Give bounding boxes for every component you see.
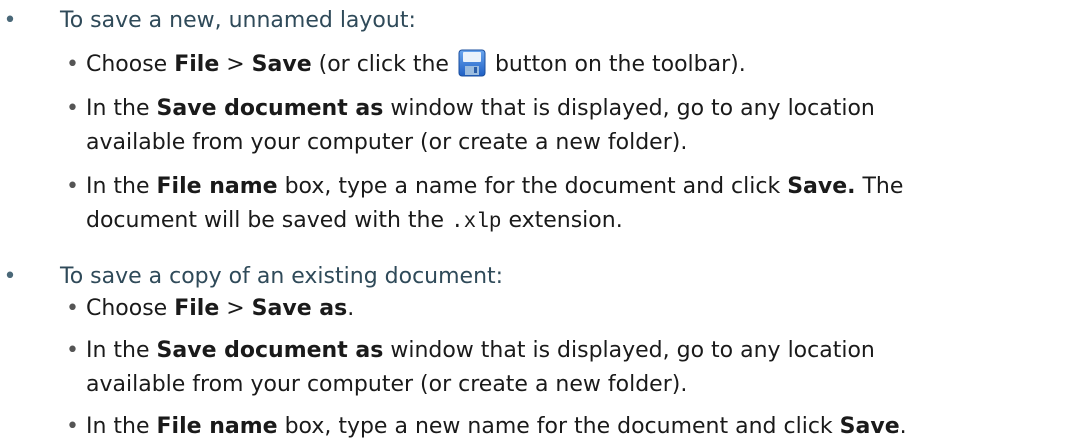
section-save-new-layout: • To save a new, unnamed layout: • Choos…	[0, 6, 1075, 240]
text: Choose	[86, 296, 175, 321]
text: box, type a new name for the document an…	[277, 414, 840, 439]
bullet: •	[66, 52, 79, 77]
heading-text: To save a copy of an existing document:	[60, 264, 504, 289]
text: window that is displayed, go to any loca…	[383, 96, 875, 121]
text: extension.	[501, 208, 623, 233]
menu-file-label: File	[174, 296, 220, 321]
button-label: Save	[839, 414, 900, 439]
section-heading: • To save a new, unnamed layout:	[0, 6, 1075, 36]
step-choose-file-save-as: • Choose File > Save as.	[0, 292, 1075, 326]
text: In the	[86, 96, 157, 121]
step-save-document-as: • In the Save document as window that is…	[0, 92, 1075, 160]
text: available from your computer (or create …	[86, 372, 688, 397]
bullet: •	[66, 414, 79, 439]
menu-save-label: Save	[251, 52, 312, 77]
text: .	[899, 414, 907, 439]
text: In the	[86, 174, 157, 199]
step-file-name: • In the File name box, type a new name …	[0, 410, 1075, 444]
bullet: •	[3, 264, 17, 289]
text: button on the toolbar).	[487, 52, 746, 77]
bullet: •	[3, 8, 17, 33]
text: box, type a name for the document and cl…	[277, 174, 788, 199]
section-save-copy: • To save a copy of an existing document…	[0, 262, 1075, 444]
text: (or click the	[311, 52, 456, 77]
text: In the	[86, 338, 157, 363]
text: >	[219, 52, 252, 77]
text: Choose	[86, 52, 175, 77]
text: window that is displayed, go to any loca…	[383, 338, 875, 363]
field-label: File name	[156, 174, 278, 199]
text: available from your computer (or create …	[86, 130, 688, 155]
menu-file-label: File	[174, 52, 220, 77]
bullet: •	[66, 174, 79, 199]
text: In the	[86, 414, 157, 439]
window-name-label: Save document as	[156, 338, 384, 363]
step-choose-file-save: • Choose File > Save (or click the butto…	[0, 48, 1075, 82]
heading-text: To save a new, unnamed layout:	[60, 8, 416, 33]
step-save-document-as: • In the Save document as window that is…	[0, 334, 1075, 402]
field-label: File name	[156, 414, 278, 439]
window-name-label: Save document as	[156, 96, 384, 121]
text: The	[855, 174, 904, 199]
bullet: •	[66, 296, 79, 321]
text: document will be saved with the	[86, 208, 452, 233]
section-heading: • To save a copy of an existing document…	[0, 262, 1075, 292]
bullet: •	[66, 338, 79, 363]
file-extension: .xlp	[451, 211, 502, 234]
text: .	[347, 296, 355, 321]
text: >	[219, 296, 252, 321]
menu-save-as-label: Save as	[251, 296, 348, 321]
step-file-name: • In the File name box, type a name for …	[0, 170, 1075, 240]
save-icon	[458, 49, 486, 77]
bullet: •	[66, 96, 79, 121]
button-label: Save.	[787, 174, 856, 199]
